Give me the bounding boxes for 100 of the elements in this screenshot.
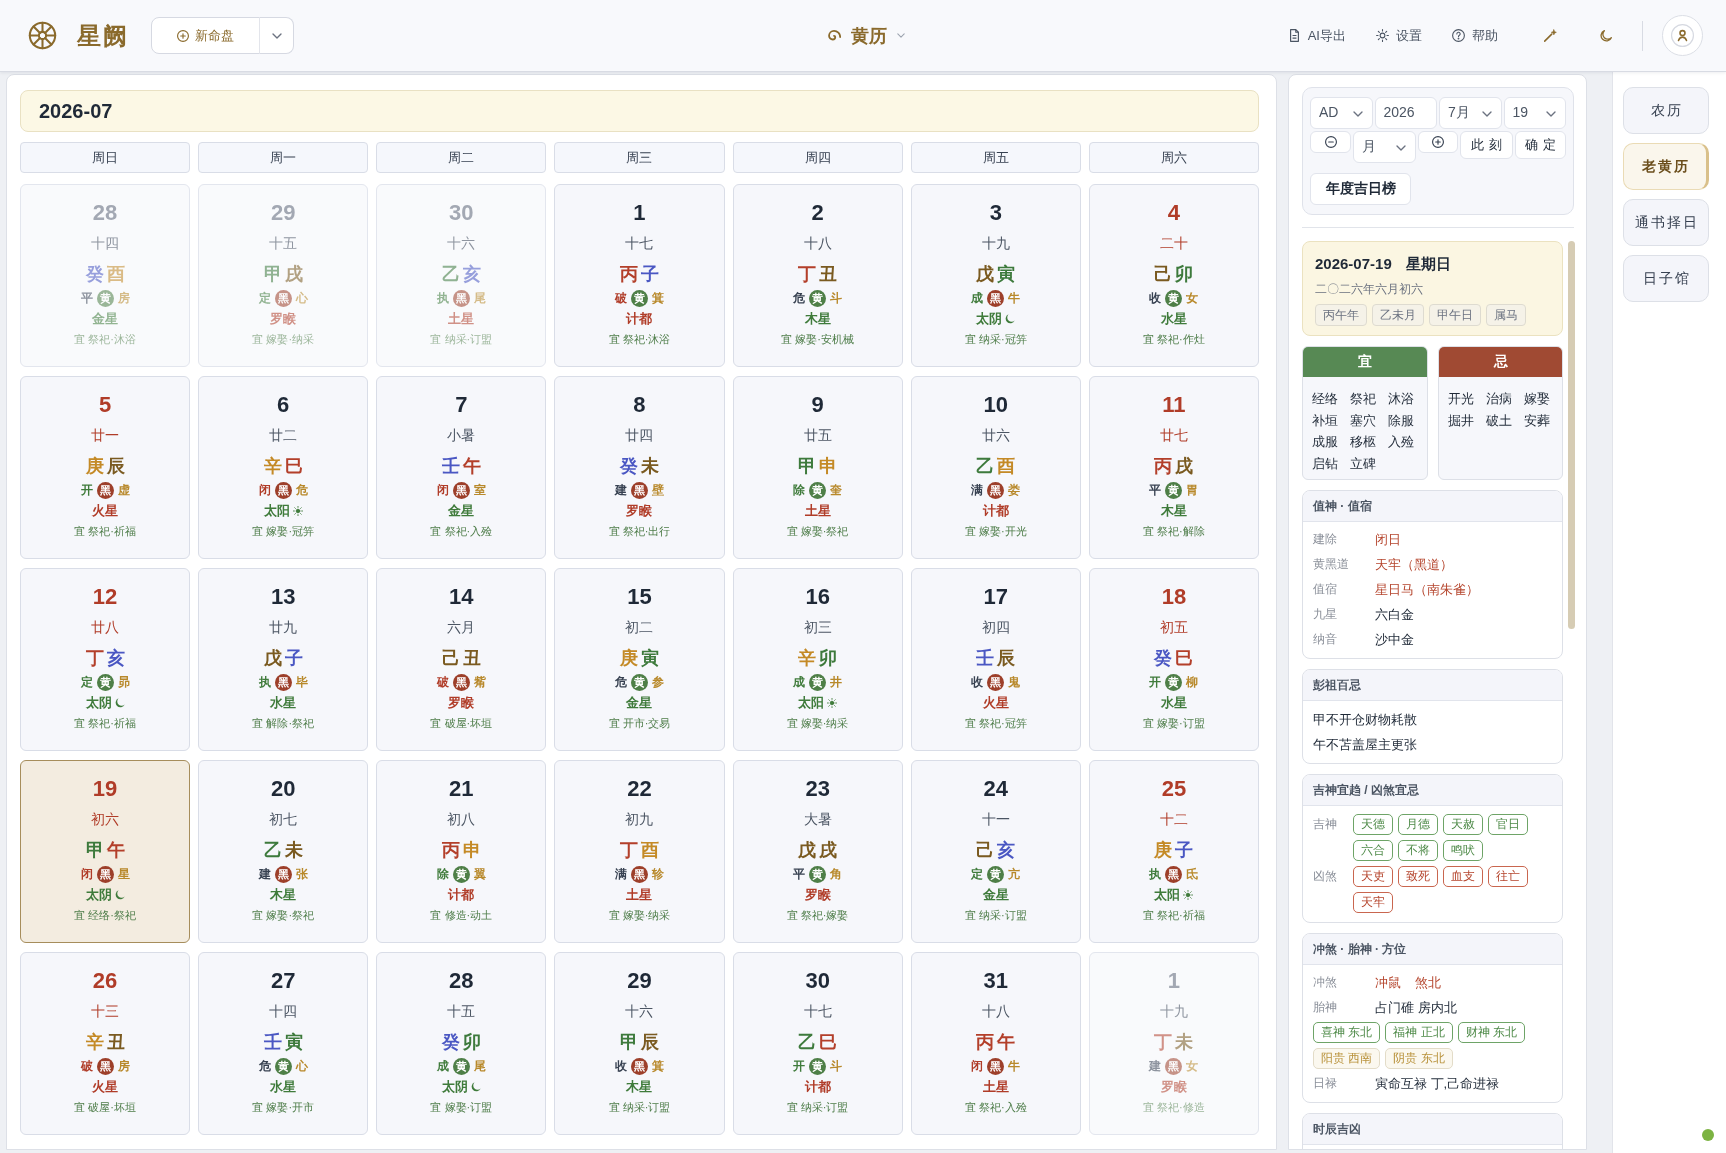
day-type-badge: 黑: [452, 481, 470, 499]
weekday-header: 周二: [376, 142, 547, 173]
heavenly-stem: 庚: [85, 455, 104, 478]
day-number: 13: [270, 583, 296, 611]
auspicious-text: 宜 祭祀·冠笄: [964, 716, 1027, 731]
year-input[interactable]: 2026: [1374, 97, 1437, 129]
card-title: 值神 · 值宿: [1303, 491, 1562, 522]
lunar-date: 十五: [447, 1002, 476, 1021]
day-cell[interactable]: 16 初三 辛 卯 成 黄 井 太阳 宜 嫁娶·纳采: [732, 568, 903, 751]
earthly-branch: 午: [997, 1031, 1016, 1054]
officer-text: 收: [971, 673, 984, 691]
day-number: 23: [805, 775, 830, 803]
auspicious-text: 宜 纳采·订盟: [608, 1100, 671, 1115]
day-cell[interactable]: 25 十二 庚 子 执 黑 氐 太阳 宜 祭祀·祈福: [1088, 760, 1259, 943]
day-cell[interactable]: 20 初七 乙 未 建 黑 张 木星 宜 嫁娶·祭祀: [198, 760, 369, 943]
day-number: 6: [277, 391, 290, 419]
minus-button[interactable]: [1310, 131, 1351, 153]
now-button[interactable]: 此刻: [1460, 131, 1513, 159]
day-number: 1: [633, 199, 646, 227]
day-cell[interactable]: 15 初二 庚 寅 危 黄 参 金星 宜 开市·交易: [554, 568, 725, 751]
day-cell[interactable]: 30 十七 乙 巳 开 黄 斗 计都 宜 纳采·订盟: [732, 952, 903, 1135]
earthly-branch: 未: [641, 455, 659, 478]
day-cell[interactable]: 19 初六 甲 午 闭 黑 星 太阴 宜 经络·祭祀: [20, 760, 191, 943]
heavenly-stem: 己: [1154, 263, 1173, 286]
auspicious-text: 宜 纳采·订盟: [430, 332, 493, 347]
magic-wand-icon[interactable]: [1544, 29, 1557, 42]
day-cell[interactable]: 23 大暑 戊 戌 平 黄 角 罗睺 宜 祭祀·嫁娶: [732, 760, 903, 943]
heavenly-stem: 戊: [976, 263, 995, 286]
day-type-badge: 黄: [809, 1057, 827, 1075]
day-cell[interactable]: 12 廿八 丁 亥 定 黄 昴 太阴 宜 祭祀·祈福: [20, 568, 191, 751]
month-select[interactable]: 7月: [1439, 97, 1502, 129]
day-cell[interactable]: 28 十五 癸 卯 成 黄 尾 太阴 宜 嫁娶·订盟: [376, 952, 547, 1135]
day-type-badge: 黄: [96, 289, 114, 307]
day-type-badge: 黑: [452, 289, 470, 307]
star-text: 木星: [1160, 502, 1187, 520]
day-cell[interactable]: 4 二十 己 卯 收 黄 女 水星 宜 祭祀·作灶: [1088, 184, 1259, 367]
day-cell[interactable]: 6 廿二 辛 巳 闭 黑 危 太阳 宜 嫁娶·冠笄: [198, 376, 369, 559]
day-cell[interactable]: 31 十八 丙 午 闭 黑 牛 土星 宜 祭祀·入殓: [910, 952, 1081, 1135]
day-cell[interactable]: 7 小暑 壬 午 闭 黑 室 金星 宜 祭祀·入殓: [376, 376, 547, 559]
chevron-icon: [1396, 145, 1406, 151]
export-button[interactable]: AI导出: [1287, 22, 1346, 49]
heavenly-stem: 辛: [263, 455, 282, 478]
new-chart-button[interactable]: 新命盘: [151, 17, 260, 54]
confirm-button[interactable]: 确定: [1515, 131, 1566, 159]
officer-text: 闭: [436, 481, 449, 499]
mansion-text: 心: [295, 1057, 308, 1075]
star-text: 太阴: [85, 886, 112, 904]
settings-button[interactable]: 设置: [1376, 22, 1422, 49]
mansion-text: 壁: [652, 481, 664, 499]
day-cell[interactable]: 14 六月 己 丑 破 黑 觜 罗睺 宜 破屋·坏垣: [376, 568, 547, 751]
mode-tab[interactable]: 农历: [1623, 87, 1709, 134]
ranking-button[interactable]: 年度吉日榜: [1310, 173, 1411, 205]
view-switcher[interactable]: 黄历: [820, 19, 911, 52]
day-number: 30: [449, 199, 474, 227]
lunar-date: 十二: [1159, 810, 1188, 829]
settings-icon: [1376, 29, 1389, 42]
day-type-badge: 黄: [452, 865, 470, 883]
earthly-branch: 酉: [997, 455, 1016, 478]
spirit-tag: 天牢: [1353, 892, 1393, 913]
day-number: 25: [1161, 775, 1187, 803]
earthly-branch: 巳: [284, 455, 303, 478]
day-cell[interactable]: 13 廿九 戊 子 执 黑 毕 水星 宜 解除·祭祀: [198, 568, 369, 751]
day-cell[interactable]: 11 廿七 丙 戌 平 黄 胃 木星 宜 祭祀·解除: [1088, 376, 1259, 559]
avatar-button[interactable]: [1662, 15, 1703, 56]
spirit-tag: 天德: [1353, 814, 1393, 835]
day-cell[interactable]: 29 十六 甲 辰 收 黑 箕 木星 宜 纳采·订盟: [554, 952, 725, 1135]
field-label: 黄黑道: [1313, 556, 1350, 573]
scrollbar[interactable]: [1568, 241, 1575, 629]
day-cell[interactable]: 24 十一 己 亥 定 黄 亢 金星 宜 纳采·订盟: [910, 760, 1081, 943]
day-cell[interactable]: 18 初五 癸 巳 开 黄 柳 水星 宜 嫁娶·订盟: [1088, 568, 1259, 751]
day-cell[interactable]: 26 十三 辛 丑 破 黑 房 火星 宜 破屋·坏垣: [20, 952, 191, 1135]
moon-icon[interactable]: [1600, 29, 1612, 42]
day-cell[interactable]: 9 廿五 甲 申 除 黄 奎 土星 宜 嫁娶·祭祀: [732, 376, 903, 559]
weekday-header: 周四: [732, 142, 903, 173]
unit-select[interactable]: 月: [1353, 131, 1416, 163]
day-cell[interactable]: 3 十九 戊 寅 成 黑 牛 太阴 宜 纳采·冠笄: [910, 184, 1081, 367]
mode-tab[interactable]: 日子馆: [1623, 255, 1709, 302]
day-cell[interactable]: 22 初九 丁 酉 满 黑 轸 土星 宜 嫁娶·纳采: [554, 760, 725, 943]
day-number: 31: [983, 967, 1008, 995]
day-cell[interactable]: 1 十七 丙 子 破 黄 箕 计都 宜 祭祀·沐浴: [554, 184, 725, 367]
day-cell[interactable]: 27 十四 壬 寅 危 黄 心 水星 宜 嫁娶·开市: [198, 952, 369, 1135]
mode-tab[interactable]: 老黄历: [1623, 143, 1709, 190]
day-cell[interactable]: 21 初八 丙 申 除 黄 翼 计都 宜 修造·动土: [376, 760, 547, 943]
mode-tab[interactable]: 通书择日: [1623, 199, 1709, 246]
officer-text: 执: [1149, 865, 1162, 883]
day-cell[interactable]: 8 廿四 癸 未 建 黑 壁 罗睺 宜 祭祀·出行: [554, 376, 725, 559]
day-number: 28: [92, 199, 118, 227]
lunar-date: 二十: [1159, 234, 1188, 253]
help-button[interactable]: 帮助: [1452, 22, 1498, 49]
weekday-header: 周日: [20, 142, 191, 173]
day-select[interactable]: 19: [1503, 97, 1566, 129]
help-icon: [1452, 29, 1465, 42]
day-cell[interactable]: 2 十八 丁 丑 危 黄 斗 木星 宜 嫁娶·安机械: [732, 184, 903, 367]
day-cell[interactable]: 10 廿六 乙 酉 满 黑 娄 计都 宜 嫁娶·开光: [910, 376, 1081, 559]
day-cell[interactable]: 5 廿一 庚 辰 开 黑 虚 火星 宜 祭祀·祈福: [20, 376, 191, 559]
plus-button[interactable]: [1418, 131, 1458, 153]
mansion-text: 虚: [117, 481, 130, 499]
day-cell[interactable]: 17 初四 壬 辰 收 黑 鬼 火星 宜 祭祀·冠笄: [910, 568, 1081, 751]
era-select[interactable]: AD: [1310, 97, 1373, 129]
heavenly-stem: 壬: [263, 1031, 282, 1054]
